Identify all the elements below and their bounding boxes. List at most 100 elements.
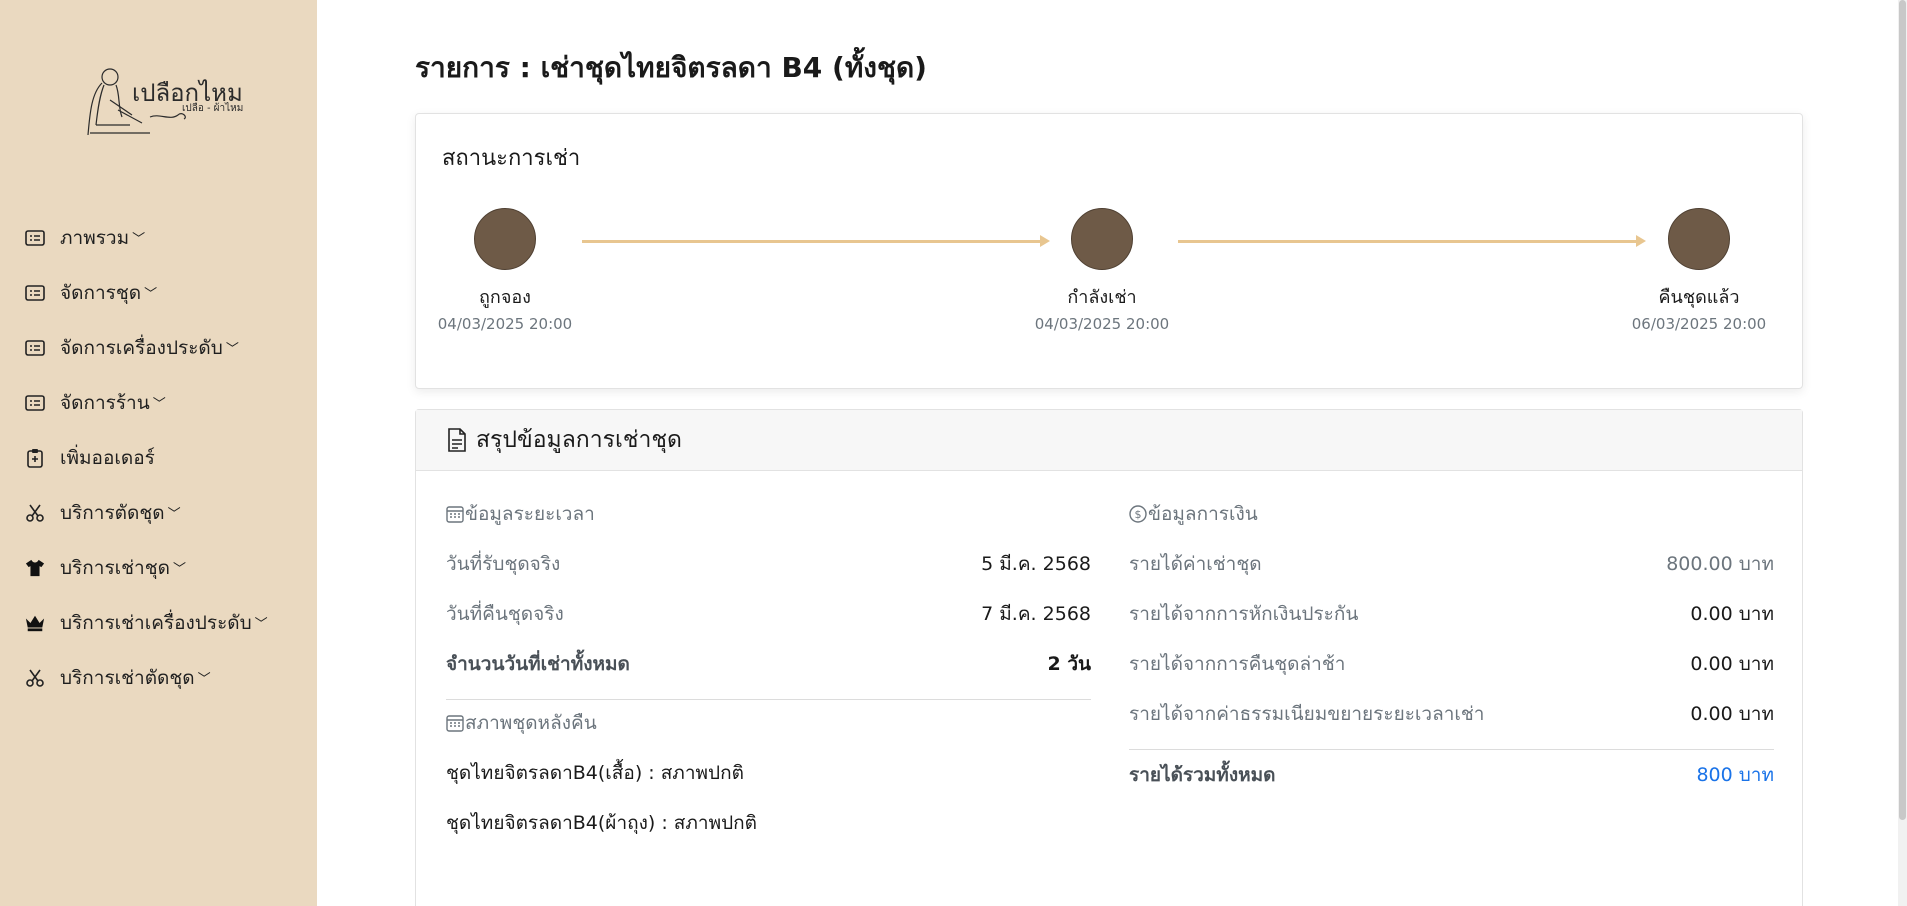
chevron-down-icon: ﹀ <box>144 287 158 302</box>
row-label: จำนวนวันที่เช่าทั้งหมด <box>446 653 630 675</box>
sidebar-item-label: จัดการเครื่องประดับ <box>60 336 223 359</box>
status-step-renting: กำลังเช่า 04/03/2025 20:00 <box>1027 208 1177 333</box>
row-value: 2 วัน <box>1047 653 1092 675</box>
condition-heading: สภาพชุดหลังคืน <box>446 711 1091 735</box>
section-heading-text: ข้อมูลระยะเวลา <box>465 503 595 525</box>
status-step-date: 04/03/2025 20:00 <box>1034 315 1170 333</box>
row-label: วันที่รับชุดจริง <box>446 553 561 575</box>
rental-income-row: รายได้ค่าเช่าชุด 800.00 บาท <box>1129 539 1774 589</box>
late-return-row: รายได้จากการคืนชุดล่าช้า 0.00 บาท <box>1129 639 1774 689</box>
sidebar-menu: ภาพรวม ﹀ จัดการชุด ﹀ จัดการเครื่องประดับ… <box>0 210 317 705</box>
return-date-row: วันที่คืนชุดจริง 7 มี.ค. 2568 <box>446 589 1091 639</box>
brand-tagline: เปลือ - ผ้าไหม <box>182 103 244 114</box>
crown-icon <box>24 612 46 634</box>
sidebar-item-manage-shop[interactable]: จัดการร้าน ﹀ <box>0 375 317 430</box>
finance-info-heading: $ ข้อมูลการเงิน <box>1129 502 1774 526</box>
row-label: รายได้ค่าเช่าชุด <box>1129 553 1262 575</box>
extension-fee-row: รายได้จากค่าธรรมเนียมขยายระยะเวลาเช่า 0.… <box>1129 689 1774 739</box>
divider <box>446 699 1091 700</box>
list-card-icon <box>24 282 46 304</box>
sidebar-item-label: บริการตัดชุด <box>60 501 165 524</box>
section-heading-text: ข้อมูลการเงิน <box>1148 503 1258 525</box>
row-label: รายได้รวมทั้งหมด <box>1129 764 1276 786</box>
list-card-icon <box>24 337 46 359</box>
row-value: 800.00 บาท <box>1666 553 1774 575</box>
page-scrollbar[interactable] <box>1898 0 1907 906</box>
total-income-row: รายได้รวมทั้งหมด 800 บาท <box>1129 750 1774 800</box>
sidebar-item-manage-jewelry[interactable]: จัดการเครื่องประดับ ﹀ <box>0 320 317 375</box>
status-step-label: ถูกจอง <box>479 287 531 308</box>
sidebar-item-tailoring[interactable]: บริการตัดชุด ﹀ <box>0 485 317 540</box>
rental-status-card: สถานะการเช่า ถูกจอง 04/03/2025 20:00 กำล… <box>415 113 1803 389</box>
page-title: รายการ : เช่าชุดไทยจิตรลดา B4 (ทั้งชุด) <box>415 51 927 84</box>
total-days-row: จำนวนวันที่เช่าทั้งหมด 2 วัน <box>446 639 1091 689</box>
status-step-label: กำลังเช่า <box>1067 287 1137 308</box>
status-step-label: คืนชุดแล้ว <box>1658 287 1740 308</box>
summary-header: สรุปข้อมูลการเช่าชุด <box>416 410 1802 471</box>
status-step-date: 06/03/2025 20:00 <box>1631 315 1767 333</box>
status-arrow <box>1178 235 1646 247</box>
status-dot <box>1668 208 1730 270</box>
row-value: 800 บาท <box>1696 764 1774 786</box>
row-value: 0.00 บาท <box>1690 703 1774 725</box>
sidebar: เปลือกไหม เปลือ - ผ้าไหม ภาพรวม ﹀ จัดการ… <box>0 0 317 906</box>
row-value: 0.00 บาท <box>1690 653 1774 675</box>
chevron-down-icon: ﹀ <box>197 672 211 687</box>
scissors-icon <box>24 502 46 524</box>
row-value: 5 มี.ค. 2568 <box>981 553 1091 575</box>
chevron-down-icon: ﹀ <box>225 342 239 357</box>
chevron-down-icon: ﹀ <box>254 617 268 632</box>
condition-item: ชุดไทยจิตรลดาB4(ผ้าถุง) : สภาพปกติ <box>446 812 758 834</box>
finance-info-column: $ ข้อมูลการเงิน รายได้ค่าเช่าชุด 800.00 … <box>1129 502 1774 800</box>
scissors-icon <box>24 667 46 689</box>
condition-item: ชุดไทยจิตรลดาB4(เสื้อ) : สภาพปกติ <box>446 762 744 784</box>
sidebar-item-overview[interactable]: ภาพรวม ﹀ <box>0 210 317 265</box>
chevron-down-icon: ﹀ <box>132 232 146 247</box>
status-step-date: 04/03/2025 20:00 <box>437 315 573 333</box>
sidebar-item-label: บริการเช่าชุด <box>60 556 170 579</box>
sidebar-item-jewelry-rental[interactable]: บริการเช่าเครื่องประดับ ﹀ <box>0 595 317 650</box>
row-label: รายได้จากการคืนชุดล่าช้า <box>1129 653 1346 675</box>
sidebar-item-tailor-rental[interactable]: บริการเช่าตัดชุด ﹀ <box>0 650 317 705</box>
sidebar-item-outfit-rental[interactable]: บริการเช่าชุด ﹀ <box>0 540 317 595</box>
scrollbar-thumb[interactable] <box>1899 0 1906 820</box>
chevron-down-icon: ﹀ <box>167 507 181 522</box>
calendar-icon <box>446 715 464 732</box>
status-step-reserved: ถูกจอง 04/03/2025 20:00 <box>430 208 580 333</box>
row-label: รายได้จากการหักเงินประกัน <box>1129 603 1359 625</box>
list-card-icon <box>24 227 46 249</box>
sidebar-item-label: เพิ่มออเดอร์ <box>60 446 155 469</box>
row-label: รายได้จากค่าธรรมเนียมขยายระยะเวลาเช่า <box>1129 703 1485 725</box>
time-info-heading: ข้อมูลระยะเวลา <box>446 502 1091 526</box>
sidebar-item-add-order[interactable]: เพิ่มออเดอร์ <box>0 430 317 485</box>
section-heading-text: สภาพชุดหลังคืน <box>465 712 597 734</box>
document-icon <box>448 428 466 452</box>
status-dot <box>474 208 536 270</box>
svg-text:$: $ <box>1135 508 1142 521</box>
sidebar-item-manage-outfits[interactable]: จัดการชุด ﹀ <box>0 265 317 320</box>
coin-icon: $ <box>1129 505 1147 523</box>
rental-summary-card: สรุปข้อมูลการเช่าชุด ข้อมูลระยะเวลา วันท… <box>415 409 1803 906</box>
tshirt-icon <box>24 557 46 579</box>
row-label: วันที่คืนชุดจริง <box>446 603 564 625</box>
calendar-icon <box>446 506 464 523</box>
time-info-column: ข้อมูลระยะเวลา วันที่รับชุดจริง 5 มี.ค. … <box>446 502 1091 848</box>
chevron-down-icon: ﹀ <box>172 562 186 577</box>
status-arrow <box>582 235 1050 247</box>
row-value: 0.00 บาท <box>1690 603 1774 625</box>
row-value: 7 มี.ค. 2568 <box>981 603 1091 625</box>
clipboard-plus-icon <box>24 447 46 469</box>
pickup-date-row: วันที่รับชุดจริง 5 มี.ค. 2568 <box>446 539 1091 589</box>
sidebar-item-label: จัดการร้าน <box>60 391 150 414</box>
brand-logo[interactable]: เปลือกไหม เปลือ - ผ้าไหม <box>70 55 250 145</box>
summary-title: สรุปข้อมูลการเช่าชุด <box>476 427 682 453</box>
sidebar-item-label: บริการเช่าเครื่องประดับ <box>60 611 252 634</box>
sidebar-item-label: บริการเช่าตัดชุด <box>60 666 195 689</box>
sidebar-item-label: จัดการชุด <box>60 281 142 304</box>
status-card-title: สถานะการเช่า <box>442 146 581 171</box>
deposit-deduction-row: รายได้จากการหักเงินประกัน 0.00 บาท <box>1129 589 1774 639</box>
sidebar-item-label: ภาพรวม <box>60 226 130 249</box>
status-step-returned: คืนชุดแล้ว 06/03/2025 20:00 <box>1624 208 1774 333</box>
status-dot <box>1071 208 1133 270</box>
list-card-icon <box>24 392 46 414</box>
